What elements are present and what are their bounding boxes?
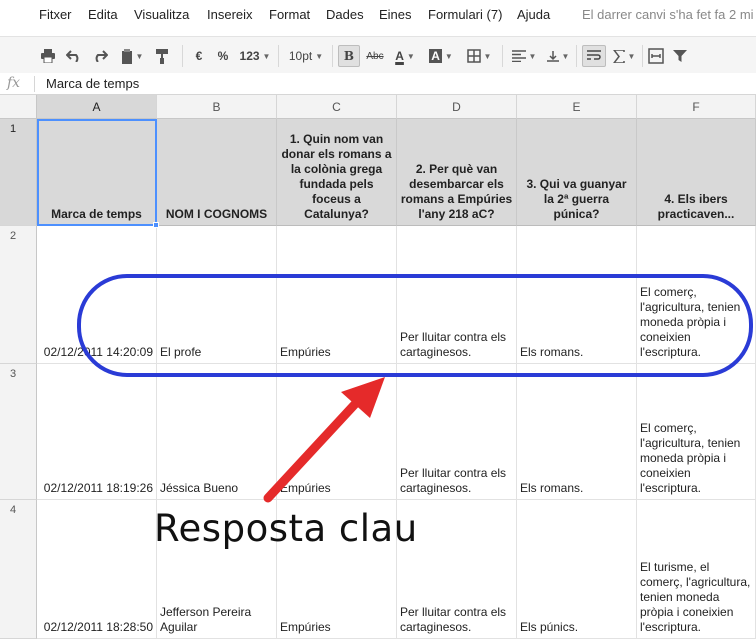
number-format-dropdown[interactable]: 123 ▼ [238,45,272,67]
font-size-dropdown[interactable]: 10pt ▼ [286,45,326,67]
column-header-e[interactable]: E [517,95,637,119]
row-header-1[interactable]: 1 [0,119,37,226]
cell-c1[interactable]: 1. Quin nom van donar els romans a la co… [277,119,397,226]
filter-icon [673,50,687,62]
cell-e1[interactable]: 3. Qui va guanyar la 2ª guerra púnica? [517,119,637,226]
paint-format-button[interactable] [152,45,172,67]
toolbar: ▼ € % 123 ▼ 10pt ▼ B Abc A ▼ A ▼ ▼ ▼ ▼ ▼ [0,36,756,74]
borders-icon [466,49,481,63]
cell-e3[interactable]: Els romans. [517,364,637,500]
row-header-4[interactable]: 4 [0,500,37,639]
cell-d1[interactable]: 2. Per què van desembarcar els romans a … [397,119,517,226]
menu-view[interactable]: Visualitza [134,7,189,22]
vertical-align-icon [546,51,559,62]
clipboard-icon [121,48,132,64]
column-header-c[interactable]: C [277,95,397,119]
cell-e4[interactable]: Els púnics. [517,500,637,639]
filter-button[interactable] [670,45,690,67]
formula-bar: fx Marca de temps [0,73,756,95]
cell-a2[interactable]: 02/12/2011 14:20:09 [37,226,157,364]
text-color-label: A [395,49,404,63]
menu-form[interactable]: Formulari (7) [428,7,502,22]
undo-icon [66,50,79,62]
wrap-icon [587,50,601,60]
column-header-a[interactable]: A [37,95,157,119]
cell-a1[interactable]: Marca de temps [37,119,157,226]
percent-format-button[interactable]: % [214,45,232,67]
paint-format-icon [156,49,168,64]
strikethrough-button[interactable]: Abc [364,45,386,67]
currency-format-button[interactable]: € [190,45,208,67]
column-header-b[interactable]: B [157,95,277,119]
merge-cells-button[interactable] [646,45,666,67]
select-all-corner[interactable] [0,95,37,119]
menu-help[interactable]: Ajuda [517,7,550,22]
menu-bar: Fitxer Edita Visualitza Insereix Format … [0,0,756,32]
merge-icon [648,48,664,64]
cell-d3[interactable]: Per lluitar contra els cartaginesos. [397,364,517,500]
align-button[interactable]: ▼ [508,45,540,67]
cell-f4[interactable]: El turisme, el comerç, l'agricultura, te… [637,500,756,639]
print-button[interactable] [38,45,58,67]
last-edit-status: El darrer canvi s'ha fet fa 2 mi [582,7,754,22]
spreadsheet-grid: A B C D E F 1 2 3 4 Marca de temps NOM I… [0,95,756,639]
cell-f1[interactable]: 4. Els ibers practicaven... [637,119,756,226]
row-header-3[interactable]: 3 [0,364,37,500]
number-format-label: 123 [239,49,260,63]
redo-button[interactable] [90,45,110,67]
formula-input[interactable]: Marca de temps [46,76,139,91]
menu-file[interactable]: Fitxer [39,7,72,22]
bold-button[interactable]: B [338,45,360,67]
sum-button[interactable]: ▼ [610,45,638,67]
menu-tools[interactable]: Eines [379,7,412,22]
row-header-2[interactable]: 2 [0,226,37,364]
cell-c3[interactable]: Empúries [277,364,397,500]
cell-f3[interactable]: El comerç, l'agricultura, tenien moneda … [637,364,756,500]
print-icon [41,49,55,63]
clipboard-button[interactable]: ▼ [116,45,148,67]
cell-a3[interactable]: 02/12/2011 18:19:26 [37,364,157,500]
fill-color-button[interactable]: A ▼ [425,45,457,67]
cell-b2[interactable]: El profe [157,226,277,364]
column-header-f[interactable]: F [637,95,756,119]
undo-button[interactable] [64,45,84,67]
text-color-button[interactable]: A ▼ [390,45,420,67]
cell-c2[interactable]: Empúries [277,226,397,364]
fill-color-label: A [429,49,442,63]
cell-e2[interactable]: Els romans. [517,226,637,364]
redo-icon [95,50,108,62]
menu-data[interactable]: Dades [326,7,364,22]
annotation-label: Resposta clau [154,507,418,550]
menu-format[interactable]: Format [269,7,310,22]
fill-handle[interactable] [153,222,159,228]
menu-insert[interactable]: Insereix [207,7,253,22]
cell-a4[interactable]: 02/12/2011 18:28:50 [37,500,157,639]
cell-d2[interactable]: Per lluitar contra els cartaginesos. [397,226,517,364]
sum-icon [612,49,625,63]
cell-f2[interactable]: El comerç, l'agricultura, tenien moneda … [637,226,756,364]
cell-b3[interactable]: Jéssica Bueno [157,364,277,500]
font-size-label: 10pt [288,49,313,63]
vertical-align-button[interactable]: ▼ [544,45,572,67]
fx-icon: fx [7,75,21,91]
borders-button[interactable]: ▼ [463,45,495,67]
cell-b1[interactable]: NOM I COGNOMS [157,119,277,226]
menu-edit[interactable]: Edita [88,7,118,22]
column-header-d[interactable]: D [397,95,517,119]
wrap-text-button[interactable] [582,45,606,67]
align-left-icon [511,50,526,62]
